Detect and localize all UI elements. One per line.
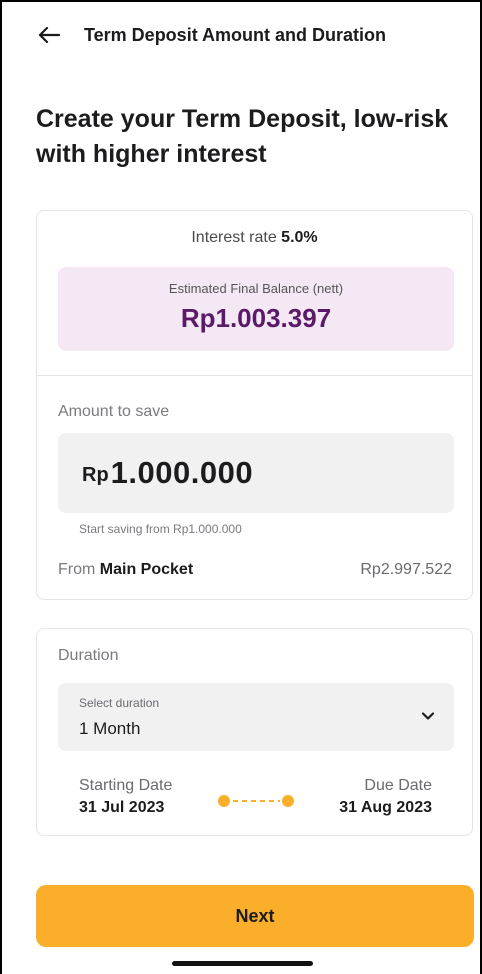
duration-label: Duration — [58, 647, 119, 664]
estimated-balance-box: Estimated Final Balance (nett) Rp1.003.3… — [58, 267, 454, 351]
interest-rate-value: 5.0% — [281, 229, 318, 246]
source-pocket-label: From Main Pocket — [58, 561, 193, 579]
starting-date: Starting Date 31 Jul 2023 — [79, 777, 172, 817]
page-title: Create your Term Deposit, low-risk with … — [36, 105, 449, 168]
estimated-balance-value: Rp1.003.397 — [180, 303, 332, 333]
amount-value: 1.000.000 — [110, 455, 254, 490]
starting-date-label: Starting Date — [79, 777, 173, 794]
app-header: Term Deposit Amount and Duration — [36, 20, 386, 50]
duration-card: Duration Select duration 1 Month Startin… — [36, 628, 473, 836]
amount-hint: Start saving from Rp1.000.000 — [79, 522, 242, 536]
deposit-summary-card: Interest rate 5.0% Estimated Final Balan… — [36, 210, 473, 600]
duration-select-label: Select duration — [79, 696, 160, 710]
divider — [37, 375, 472, 376]
next-button[interactable]: Next — [36, 885, 474, 947]
amount-label: Amount to save — [58, 403, 170, 420]
due-date-value: 31 Aug 2023 — [339, 799, 432, 816]
home-indicator — [172, 961, 313, 966]
screen: Term Deposit Amount and Duration Create … — [0, 0, 482, 974]
starting-date-value: 31 Jul 2023 — [79, 799, 165, 816]
arrow-left-icon[interactable] — [36, 22, 62, 48]
source-prefix: From — [58, 561, 100, 578]
amount-currency: Rp — [82, 463, 109, 486]
source-pocket-row: From Main Pocket Rp2.997.522 — [58, 561, 452, 579]
duration-select[interactable]: Select duration 1 Month — [58, 683, 454, 751]
interest-rate-row: Interest rate 5.0% — [37, 229, 472, 247]
source-pocket-name: Main Pocket — [99, 561, 194, 578]
estimated-balance-label: Estimated Final Balance (nett) — [168, 281, 344, 296]
source-pocket-balance: Rp2.997.522 — [360, 561, 452, 578]
duration-select-value: 1 Month — [79, 719, 141, 738]
interest-rate-label: Interest rate — [191, 229, 282, 246]
due-date-label: Due Date — [364, 777, 432, 794]
header-title: Term Deposit Amount and Duration — [84, 24, 387, 45]
date-timeline-icon — [218, 795, 294, 807]
chevron-down-icon — [420, 708, 436, 724]
due-date: Due Date 31 Aug 2023 — [339, 777, 432, 817]
amount-input[interactable]: Rp 1.000.000 — [58, 433, 454, 513]
